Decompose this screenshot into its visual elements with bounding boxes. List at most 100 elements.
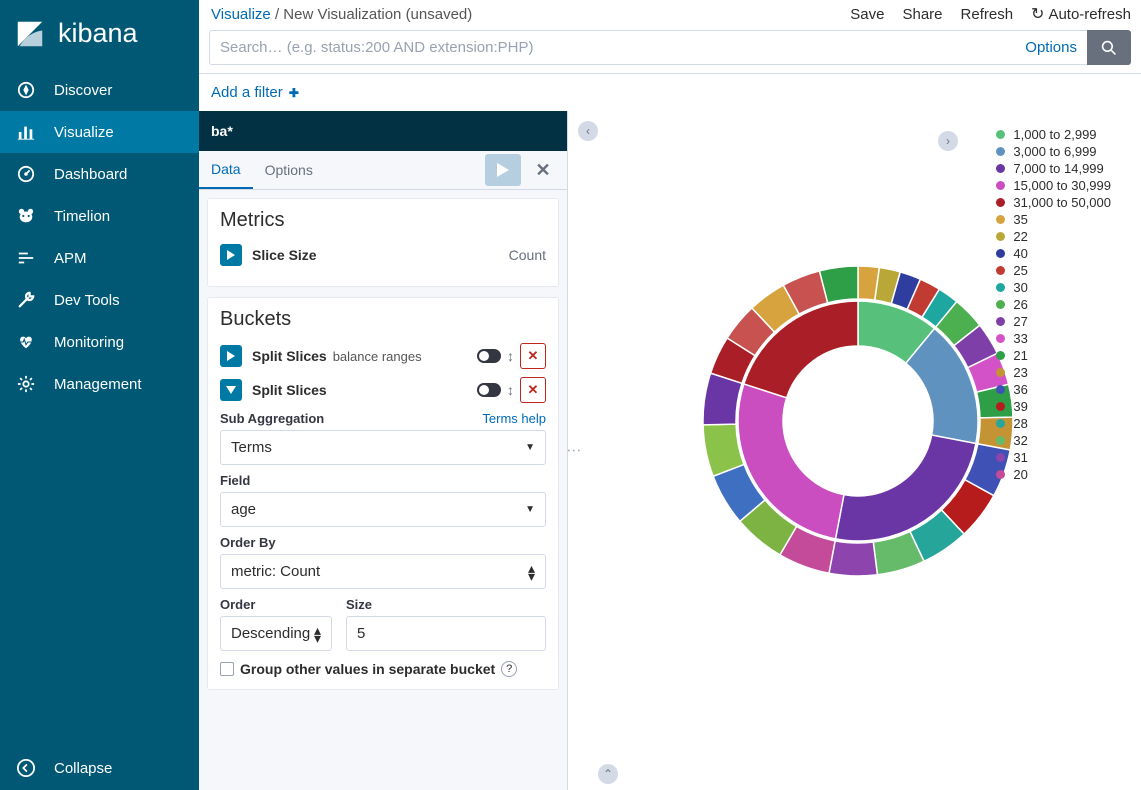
legend-item[interactable]: 26 [996,297,1111,312]
legend-item[interactable]: 21 [996,348,1111,363]
apply-button[interactable] [485,154,521,186]
legend-item[interactable]: 7,000 to 14,999 [996,161,1111,176]
metrics-section: Metrics Slice Size Count [207,198,559,287]
legend-item[interactable]: 39 [996,399,1111,414]
sidebar-item-label: Visualize [54,124,114,141]
bucket-remove-0[interactable]: ✕ [520,343,546,369]
refresh-button[interactable]: Refresh [961,6,1014,23]
legend-item[interactable]: 31 [996,450,1111,465]
legend-item[interactable]: 27 [996,314,1111,329]
auto-refresh-button[interactable]: ↻Auto-refresh [1031,4,1131,24]
collapse-icon [16,758,36,778]
collapse-button[interactable]: Collapse [0,746,199,790]
legend-label: 3,000 to 6,999 [1013,144,1096,159]
legend-swatch [996,453,1005,462]
help-icon[interactable]: ? [501,661,517,677]
breadcrumb-page: New Visualization (unsaved) [283,6,472,23]
legend-label: 30 [1013,280,1027,295]
sidebar-item-timelion[interactable]: Timelion [0,195,199,237]
save-button[interactable]: Save [850,6,884,23]
legend-item[interactable]: 32 [996,433,1111,448]
sidebar-item-label: Management [54,376,142,393]
legend: 1,000 to 2,999 3,000 to 6,999 7,000 to 14,… [996,127,1111,484]
sidebar-item-dev-tools[interactable]: Dev Tools [0,279,199,321]
chevron-right-icon: › [946,134,950,148]
field-select[interactable]: age ▼ [220,492,546,527]
index-pattern[interactable]: ba* [199,111,567,151]
agg-type-select[interactable]: Terms ▼ [220,430,546,465]
bucket-enable-toggle-0[interactable] [477,349,501,363]
legend-item[interactable]: 3,000 to 6,999 [996,144,1111,159]
legend-swatch [996,300,1005,309]
chart-slice[interactable] [829,541,877,576]
order-by-select[interactable]: metric: Count ▴▾ [220,554,546,589]
main: Visualize / New Visualization (unsaved) … [199,0,1141,790]
logo[interactable]: kibana [0,0,199,69]
order-select[interactable]: Descending ▴▾ [220,616,332,651]
order-by-label: Order By [220,535,276,550]
nav-next-button[interactable]: › [938,131,958,151]
caret-down-icon [226,386,236,394]
size-input[interactable]: 5 [346,616,546,651]
legend-item[interactable]: 30 [996,280,1111,295]
nav-prev-button[interactable]: ‹ [578,121,598,141]
bucket-enable-toggle-1[interactable] [477,383,501,397]
resize-handle-icon[interactable]: ⋮ [566,444,583,456]
sidebar-item-apm[interactable]: APM [0,237,199,279]
sidebar-item-label: Discover [54,82,112,99]
bucket-remove-1[interactable]: ✕ [520,377,546,403]
sidebar-item-visualize[interactable]: Visualize [0,111,199,153]
tab-data[interactable]: Data [199,151,253,189]
drag-handle-icon[interactable]: ↕ [507,382,514,398]
add-filter-button[interactable]: Add a filter ✚ [211,84,299,101]
buckets-title: Buckets [220,308,546,331]
legend-label: 39 [1013,399,1027,414]
legend-item[interactable]: 20 [996,467,1111,482]
bucket-label-0: Split Slices [252,348,327,364]
tab-options[interactable]: Options [253,152,325,188]
legend-item[interactable]: 33 [996,331,1111,346]
terms-help-link[interactable]: Terms help [482,411,546,426]
legend-item[interactable]: 31,000 to 50,000 [996,195,1111,210]
breadcrumb-section[interactable]: Visualize [211,6,271,23]
scroll-up-button[interactable]: ⌃ [598,764,618,784]
legend-item[interactable]: 36 [996,382,1111,397]
buckets-section: Buckets Split Slices balance ranges ↕ ✕ [207,297,559,690]
discard-button[interactable]: ✕ [525,154,561,186]
legend-item[interactable]: 35 [996,212,1111,227]
legend-label: 31,000 to 50,000 [1013,195,1111,210]
legend-item[interactable]: 28 [996,416,1111,431]
bucket-toggle-1[interactable] [220,379,242,401]
metric-label: Slice Size [252,247,317,263]
legend-item[interactable]: 15,000 to 30,999 [996,178,1111,193]
plus-icon: ✚ [289,86,299,100]
bear-icon [16,206,36,226]
search-button[interactable] [1087,30,1131,65]
share-button[interactable]: Share [902,6,942,23]
legend-label: 22 [1013,229,1027,244]
legend-label: 20 [1013,467,1027,482]
sidebar-item-management[interactable]: Management [0,363,199,405]
sidebar-item-discover[interactable]: Discover [0,69,199,111]
close-icon: ✕ [528,382,539,398]
sidebar-item-monitoring[interactable]: Monitoring [0,321,199,363]
bucket-toggle-0[interactable] [220,345,242,367]
drag-handle-icon[interactable]: ↕ [507,348,514,364]
legend-swatch [996,130,1005,139]
legend-item[interactable]: 22 [996,229,1111,244]
group-other-checkbox[interactable] [220,662,234,676]
search-input[interactable]: Search… (e.g. status:200 AND extension:P… [209,30,1087,65]
gear-icon [16,374,36,394]
legend-item[interactable]: 23 [996,365,1111,380]
bucket-label-1: Split Slices [252,382,327,398]
legend-item[interactable]: 1,000 to 2,999 [996,127,1111,142]
sidebar-item-dashboard[interactable]: Dashboard [0,153,199,195]
sub-agg-label: Sub Aggregation [220,411,324,426]
group-other-row: Group other values in separate bucket ? [220,661,546,677]
gauge-icon [16,164,36,184]
legend-item[interactable]: 40 [996,246,1111,261]
legend-item[interactable]: 25 [996,263,1111,278]
metric-toggle[interactable] [220,244,242,266]
config-body: Metrics Slice Size Count Buckets [199,190,567,790]
search-options[interactable]: Options [1025,39,1077,56]
